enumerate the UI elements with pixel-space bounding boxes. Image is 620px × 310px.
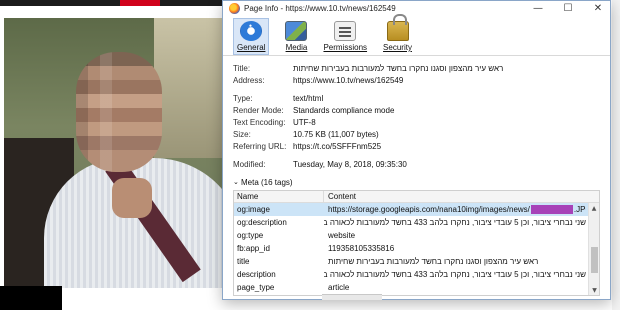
type-label: Type: <box>233 93 253 103</box>
chevron-down-icon: ⌄ <box>233 179 239 186</box>
meta-name-cell: og:type <box>237 231 264 240</box>
modified-label: Modified: <box>233 159 266 169</box>
table-row[interactable]: page_type article <box>234 281 599 294</box>
og-image-url-prefix: https://storage.googleapis.com/nana10img… <box>328 204 530 214</box>
pixelated-face <box>76 52 162 172</box>
type-value[interactable]: text/html <box>293 94 600 103</box>
meta-content-cell: 119358105335816 <box>328 244 395 253</box>
modified-value[interactable]: Tuesday, May 8, 2018, 09:35:30 <box>293 160 600 169</box>
table-row[interactable]: title ראש עיר מהצפון וסגנו נחקרו בחשד למ… <box>234 255 599 268</box>
column-header-content[interactable]: Content <box>324 192 599 201</box>
meta-name-cell: title <box>237 257 250 266</box>
background-page-header <box>0 0 230 6</box>
page-info-dialog: Page Info - https://www.10.tv/news/16254… <box>222 0 611 300</box>
meta-name-cell: og:image <box>237 205 270 214</box>
meta-content-cell: https://storage.googleapis.com/nana10img… <box>324 204 586 215</box>
page-info-toolbar: General Media Permissions Security <box>223 14 610 56</box>
meta-name-cell: description <box>237 270 276 279</box>
title-bar: Page Info - https://www.10.tv/news/16254… <box>223 1 610 16</box>
info-icon <box>240 21 263 41</box>
meta-name-cell: page_type <box>237 283 275 292</box>
background-black-block <box>0 286 62 310</box>
scroll-up-icon[interactable]: ▲ <box>589 203 599 214</box>
scroll-down-icon[interactable]: ▼ <box>589 285 599 295</box>
text-encoding-label: Text Encoding: <box>233 117 286 127</box>
media-icon <box>285 21 308 41</box>
address-label: Address: <box>233 75 265 85</box>
table-row[interactable]: og:image https://storage.googleapis.com/… <box>234 203 599 216</box>
meta-name-cell: fb:app_id <box>237 244 270 253</box>
general-panel: Title: ראש עיר מהצפון וסגנו נחקרו בחשד למ… <box>223 56 610 296</box>
meta-content-cell: article <box>328 283 350 292</box>
meta-heading: Meta (16 tags) <box>241 177 293 187</box>
tab-permissions-label: Permissions <box>323 43 368 52</box>
tab-security-label: Security <box>383 43 412 52</box>
tab-security[interactable]: Security <box>383 14 412 55</box>
meta-table-header: Name Content <box>234 191 599 203</box>
table-row[interactable]: fb:app_id 119358105335816 <box>234 242 599 255</box>
table-row[interactable]: og:description שני נבחרי ציבור, וכן 5 עו… <box>234 216 599 229</box>
scroll-thumb[interactable] <box>591 247 598 273</box>
firefox-icon <box>229 3 240 14</box>
table-row[interactable]: og:type website <box>234 229 599 242</box>
minimize-button[interactable]: — <box>523 1 553 16</box>
title-value[interactable]: ראש עיר מהצפון וסגנו נחקרו בחשד למעורבות… <box>293 64 600 73</box>
referring-url-value[interactable]: https://t.co/5SFFFnm525 <box>293 142 600 151</box>
page-scrollbar[interactable] <box>612 0 620 310</box>
screen: Page Info - https://www.10.tv/news/16254… <box>0 0 620 310</box>
meta-content-cell: שני נבחרי ציבור, וכן 5 עובדי ציבור, נחקר… <box>324 270 586 279</box>
text-encoding-value[interactable]: UTF-8 <box>293 118 600 127</box>
tab-media[interactable]: Media <box>285 21 308 55</box>
dialog-bottom-button[interactable] <box>322 294 382 300</box>
meta-section-toggle[interactable]: ⌄ Meta (16 tags) <box>233 176 600 188</box>
permissions-icon <box>334 21 357 41</box>
tab-general[interactable]: General <box>233 18 270 55</box>
tab-permissions[interactable]: Permissions <box>323 21 367 55</box>
address-value[interactable]: https://www.10.tv/news/162549 <box>293 76 600 85</box>
og-image-url-suffix: .JPG <box>573 204 586 214</box>
meta-content-cell: website <box>328 231 356 240</box>
size-label: Size: <box>233 129 251 139</box>
title-label: Title: <box>233 63 251 73</box>
window-title: Page Info - https://www.10.tv/news/16254… <box>244 4 396 13</box>
tab-media-label: Media <box>285 43 308 52</box>
column-header-name[interactable]: Name <box>234 191 324 203</box>
meta-name-cell: og:description <box>237 218 287 227</box>
meta-content-cell: ראש עיר מהצפון וסגנו נחקרו בחשד למעורבות… <box>328 257 539 266</box>
meta-table-scrollbar[interactable]: ▲ ▼ <box>588 203 599 295</box>
meta-content-cell: שני נבחרי ציבור, וכן 5 עובדי ציבור, נחקר… <box>324 218 586 227</box>
redaction-block <box>530 205 573 215</box>
tab-general-label: General <box>237 43 266 52</box>
maximize-button[interactable]: ☐ <box>553 1 583 16</box>
meta-table: Name Content og:image https://storage.go… <box>233 190 600 296</box>
size-value[interactable]: 10.75 KB (11,007 bytes) <box>293 130 600 139</box>
render-mode-value[interactable]: Standards compliance mode <box>293 106 600 115</box>
close-button[interactable]: ✕ <box>583 1 613 16</box>
table-row[interactable]: description שני נבחרי ציבור, וכן 5 עובדי… <box>234 268 599 281</box>
referring-url-label: Referring URL: <box>233 141 287 151</box>
news-photo <box>4 18 248 288</box>
lock-icon <box>386 14 409 41</box>
render-mode-label: Render Mode: <box>233 105 284 115</box>
